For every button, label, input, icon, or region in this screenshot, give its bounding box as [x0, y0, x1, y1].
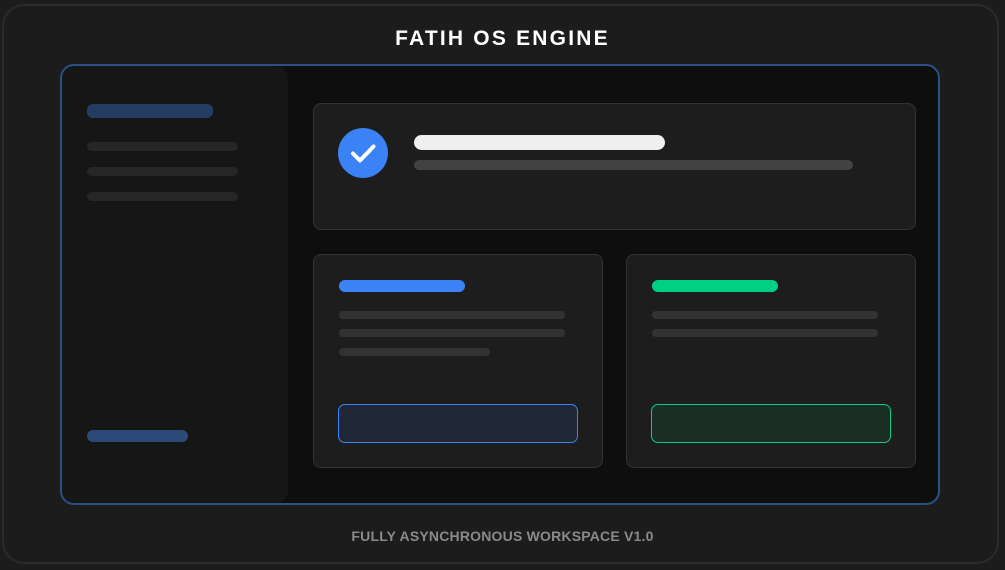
blue-action-button[interactable]: [338, 404, 578, 443]
text-line-placeholder: [652, 311, 878, 319]
status-card: [313, 103, 916, 230]
status-title-placeholder: [414, 135, 665, 150]
sidebar: [62, 66, 288, 503]
workspace-window: [60, 64, 940, 505]
text-line-placeholder: [339, 348, 490, 356]
green-action-button[interactable]: [651, 404, 891, 443]
text-line-placeholder: [339, 329, 565, 337]
green-panel-card: [626, 254, 916, 468]
app-title: FATIH OS ENGINE: [395, 27, 610, 50]
text-line-placeholder: [652, 329, 878, 337]
blue-panel-card: [313, 254, 603, 468]
sidebar-item[interactable]: [87, 167, 238, 176]
sidebar-footer-item[interactable]: [87, 430, 188, 442]
status-subtitle-placeholder: [414, 160, 853, 170]
footer-caption: FULLY ASYNCHRONOUS WORKSPACE V1.0: [351, 528, 654, 544]
text-line-placeholder: [339, 311, 565, 319]
blue-panel-title-placeholder: [339, 280, 465, 292]
sidebar-item[interactable]: [87, 192, 238, 201]
sidebar-item[interactable]: [87, 142, 238, 151]
green-panel-title-placeholder: [652, 280, 778, 292]
check-icon: [338, 128, 388, 178]
sidebar-heading-placeholder: [87, 104, 213, 118]
